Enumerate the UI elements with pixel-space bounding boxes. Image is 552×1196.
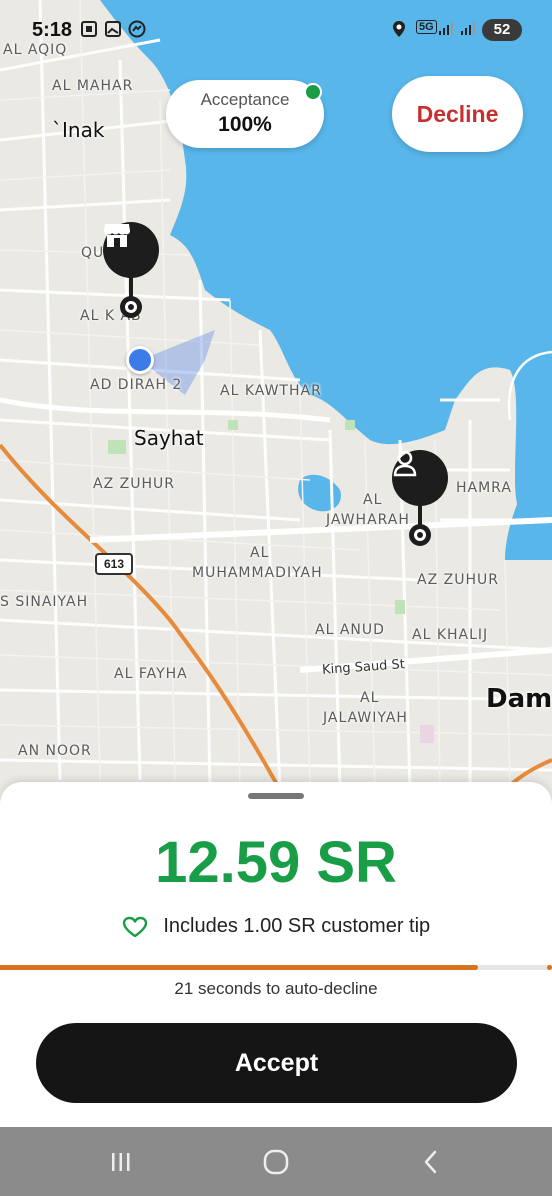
auto-decline-timer: 21 seconds to auto-decline: [174, 979, 378, 998]
map-label: JALAWIYAH: [323, 710, 408, 726]
acceptance-rate-pill: Acceptance 100%: [166, 80, 324, 148]
battery-indicator: 52: [482, 19, 522, 41]
map-label: AL: [250, 545, 270, 561]
signal-icon: [438, 20, 454, 41]
map-label: Sayhat: [134, 426, 204, 450]
status-bar: 5:18 5G 52: [0, 0, 552, 58]
progress-end-dot: [547, 965, 552, 970]
map-label: AL MAHAR: [52, 78, 134, 94]
map-label: MUHAMMADIYAH: [192, 565, 323, 581]
network-type-badge: 5G: [416, 20, 437, 34]
progress-fill: [0, 965, 479, 970]
map-label: Damm: [486, 684, 552, 714]
gallery-icon: [104, 20, 122, 43]
map-label: AL KHALIJ: [412, 627, 489, 643]
sheet-drag-handle[interactable]: [248, 793, 304, 799]
signal-icon: [460, 20, 476, 41]
map-label: AZ ZUHUR: [417, 572, 499, 588]
map-label: AD DIRAH 2: [90, 377, 183, 393]
map-label: JAWHARAH: [326, 512, 410, 528]
accept-button[interactable]: Accept: [36, 1023, 517, 1103]
screenshot-icon: [80, 20, 98, 43]
acceptance-value: 100%: [218, 113, 272, 136]
recents-icon[interactable]: [101, 1145, 141, 1179]
map-label: AL: [363, 492, 383, 508]
location-icon: [392, 20, 406, 43]
store-icon: [103, 222, 159, 278]
messenger-icon: [128, 20, 146, 43]
route-shield: 613: [95, 553, 133, 575]
home-icon[interactable]: [256, 1145, 296, 1179]
auto-decline-progress: [0, 965, 552, 970]
decline-button[interactable]: Decline: [392, 76, 523, 152]
map-label: AN NOOR: [18, 743, 92, 759]
current-location-dot: [126, 346, 154, 374]
map-label: S SINAIYAH: [0, 594, 89, 610]
acceptance-label: Acceptance: [200, 90, 290, 109]
order-offer-sheet: 12.59 SR Includes 1.00 SR customer tip 2…: [0, 782, 552, 1127]
tip-text: Includes 1.00 SR customer tip: [163, 915, 431, 937]
map-label: AZ ZUHUR: [93, 476, 175, 492]
map-label: AL KAWTHAR: [220, 383, 322, 399]
tip-info: Includes 1.00 SR customer tip: [0, 915, 552, 938]
system-nav-bar: [0, 1127, 552, 1196]
back-icon[interactable]: [411, 1145, 451, 1179]
map-label: HAMRA: [456, 480, 512, 496]
online-status-dot: [304, 83, 322, 101]
offer-fare: 12.59 SR: [155, 830, 397, 895]
map-label: AL: [360, 690, 380, 706]
map-label: AL ANUD: [315, 622, 385, 638]
map-label: AL FAYHA: [114, 666, 188, 682]
status-time: 5:18: [32, 19, 73, 41]
map-label: `Inak: [52, 118, 105, 142]
heart-icon: [122, 916, 148, 937]
person-icon: [392, 450, 448, 506]
